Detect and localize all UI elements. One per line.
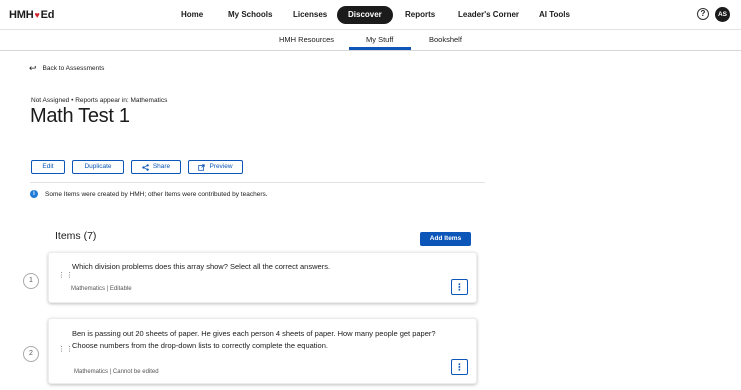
user-avatar[interactable]: AS: [715, 7, 730, 22]
item-number: 2: [23, 346, 39, 362]
drag-handle-icon[interactable]: ⋮⋮: [58, 346, 73, 353]
assignment-status: Not Assigned • Reports appear in: Mathem…: [31, 97, 168, 104]
more-options-icon[interactable]: ⋮: [451, 279, 468, 295]
duplicate-button[interactable]: Duplicate: [72, 160, 124, 174]
nav-leaders-corner[interactable]: Leader's Corner: [458, 6, 519, 24]
drag-handle-icon[interactable]: ⋮⋮: [58, 272, 73, 279]
duplicate-button-label: Duplicate: [84, 163, 112, 170]
add-items-button[interactable]: Add Items: [420, 232, 471, 246]
nav-home[interactable]: Home: [181, 6, 203, 24]
nav-licenses[interactable]: Licenses: [293, 6, 327, 24]
back-arrow-icon: ↩: [29, 63, 37, 73]
active-tab-indicator: [349, 47, 411, 50]
share-button-label: Share: [152, 163, 171, 170]
preview-button-label: Preview: [209, 163, 233, 170]
more-options-icon[interactable]: ⋮: [451, 359, 468, 375]
back-link-label: Back to Assessments: [42, 64, 105, 72]
page-title: Math Test 1: [30, 105, 130, 127]
item-question-text: Which division problems does this array …: [72, 262, 331, 271]
item-meta: Mathematics | Cannot be edited: [74, 369, 159, 375]
preview-button[interactable]: Preview: [188, 160, 243, 174]
back-to-assessments-link[interactable]: ↩ Back to Assessments: [29, 63, 105, 73]
edit-button[interactable]: Edit: [31, 160, 65, 174]
item-question-text: Ben is passing out 20 sheets of paper. H…: [72, 329, 436, 350]
share-button[interactable]: Share: [131, 160, 181, 174]
external-link-icon: [198, 163, 206, 171]
nav-my-schools[interactable]: My Schools: [228, 6, 272, 24]
item-number: 1: [23, 273, 39, 289]
nav-ai-tools[interactable]: AI Tools: [539, 6, 570, 24]
item-card[interactable]: ⋮⋮ Ben is passing out 20 sheets of paper…: [48, 318, 477, 384]
info-message-text: Some Items were created by HMH; other It…: [45, 190, 268, 198]
tab-hmh-resources[interactable]: HMH Resources: [279, 35, 334, 44]
tab-my-stuff[interactable]: My Stuff: [366, 35, 393, 44]
help-icon[interactable]: ?: [697, 8, 709, 20]
edit-button-label: Edit: [42, 163, 54, 170]
nav-reports[interactable]: Reports: [405, 6, 435, 24]
item-meta: Mathematics | Editable: [71, 286, 132, 292]
info-icon: i: [30, 190, 38, 198]
top-navigation-bar: HMH ♥ Ed Home My Schools Licenses Discover…: [0, 0, 741, 30]
section-divider: [30, 182, 485, 183]
item-card[interactable]: ⋮⋮ Which division problems does this arr…: [48, 252, 477, 303]
info-message: i Some Items were created by HMH; other …: [30, 190, 268, 198]
main-nav: Home My Schools Licenses Discover Report…: [0, 6, 741, 24]
share-icon: [142, 163, 149, 171]
items-heading: Items (7): [55, 230, 97, 242]
nav-discover[interactable]: Discover: [337, 6, 393, 24]
tab-bookshelf[interactable]: Bookshelf: [429, 35, 462, 44]
